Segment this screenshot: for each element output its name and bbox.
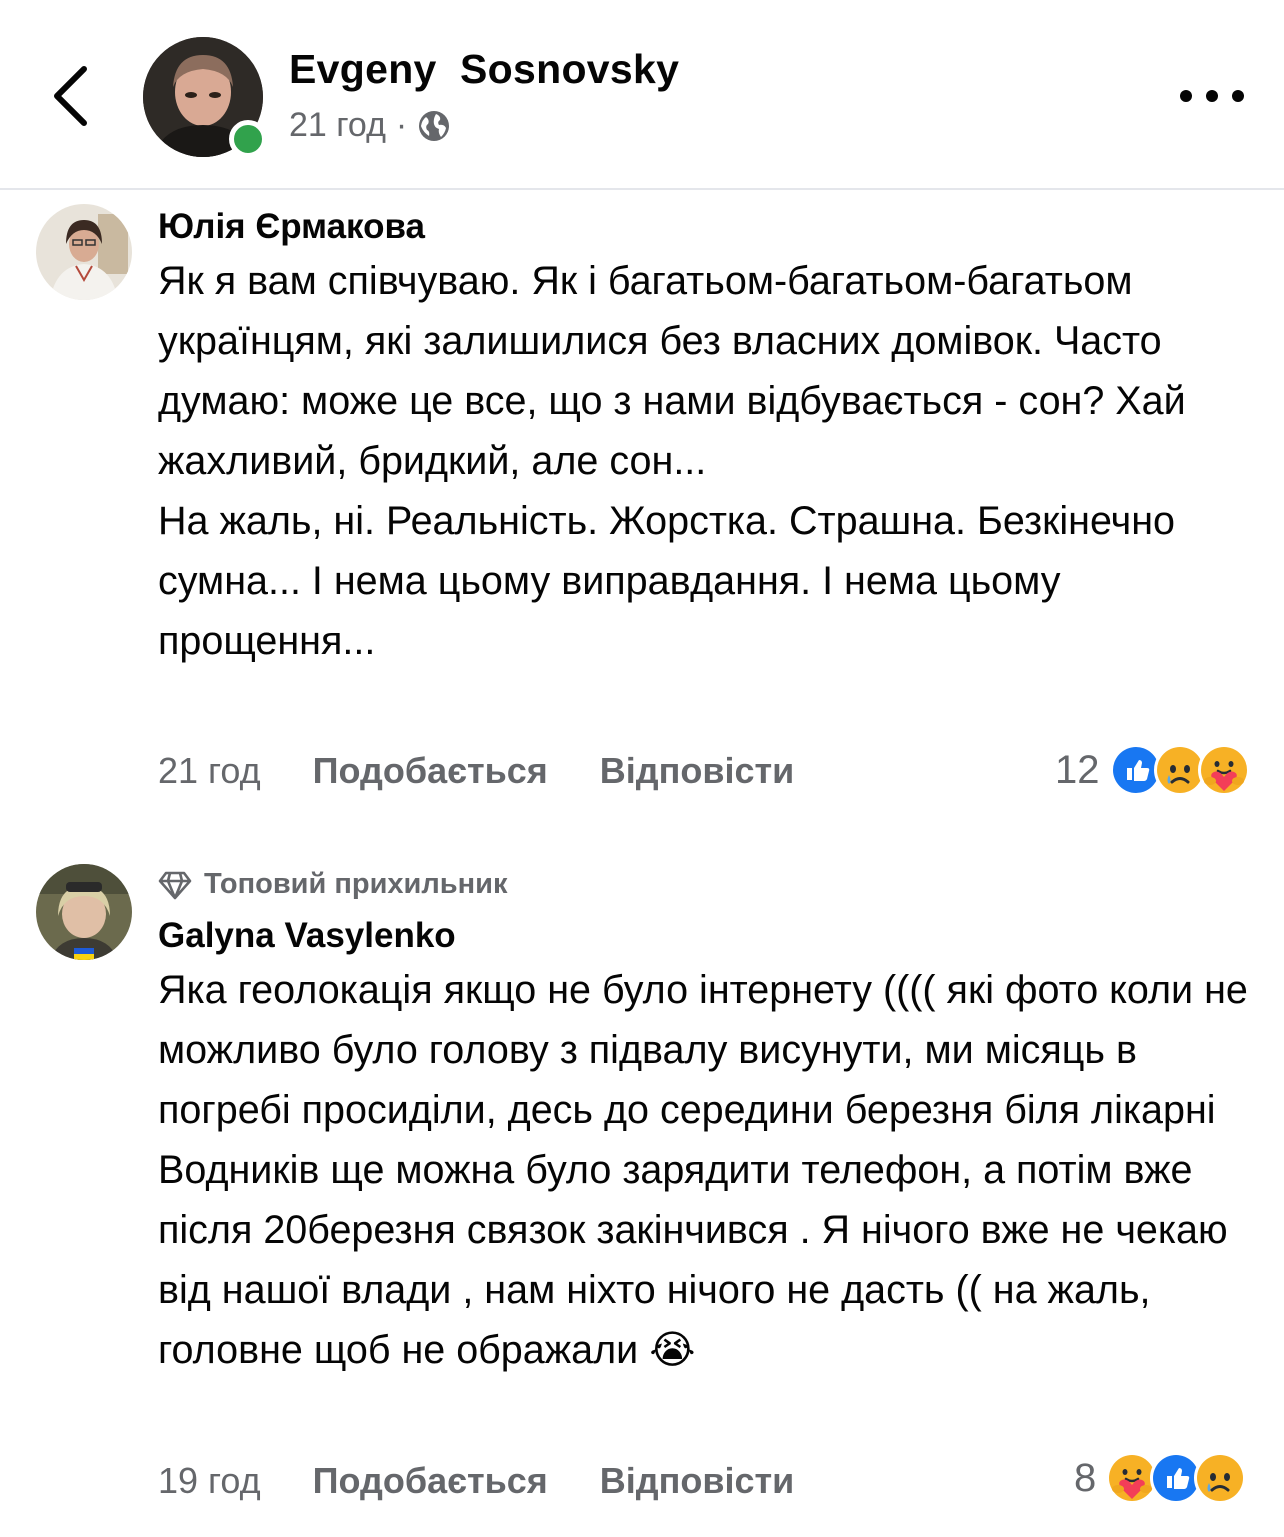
comment-text: Яка геолокація якщо не було інтернету ((… [158, 960, 1258, 1380]
author-avatar[interactable] [143, 37, 267, 158]
reaction-count: 8 [1074, 1455, 1097, 1500]
commenter-name[interactable]: Юлія Єрмакова [158, 207, 425, 247]
like-button[interactable]: Подобається [313, 1460, 548, 1502]
globe-icon[interactable] [417, 109, 451, 143]
reaction-count: 12 [1055, 747, 1100, 792]
comment-actions: 21 год Подобається Відповісти [158, 750, 846, 792]
reaction-summary[interactable]: 8 [1074, 1452, 1247, 1504]
comment-time[interactable]: 19 год [158, 1460, 261, 1502]
comment-paragraph: Яка геолокація якщо не було інтернету ((… [158, 968, 1248, 1372]
meta-separator: · [395, 106, 408, 144]
sad-icon [1194, 1452, 1247, 1504]
comment-paragraph: Як я вам співчуваю. Як і багатьом-багать… [158, 259, 1186, 483]
badge-label: Топовий прихильник [204, 868, 508, 900]
more-options-button[interactable] [1180, 78, 1244, 114]
reply-button[interactable]: Відповісти [600, 1460, 795, 1502]
comment-actions: 19 год Подобається Відповісти [158, 1460, 846, 1502]
chevron-left-icon [54, 66, 87, 126]
post-meta: 21 год · [289, 106, 451, 145]
comment-time[interactable]: 21 год [158, 750, 261, 792]
comment-paragraph: На жаль, ні. Реальність. Жорстка. Страшн… [158, 499, 1175, 663]
more-dots-icon [1180, 90, 1192, 102]
comment-text: Як я вам співчуваю. Як і багатьом-багать… [158, 251, 1258, 671]
post-author-name[interactable]: Evgeny Sosnovsky [289, 46, 679, 93]
diamond-icon [158, 871, 192, 899]
care-icon [1197, 744, 1250, 796]
commenter-avatar[interactable] [36, 204, 132, 300]
top-fan-badge: Топовий прихильник [158, 868, 508, 901]
commenter-avatar[interactable] [36, 864, 132, 960]
online-status-dot [229, 120, 267, 158]
crying-emoji: 😭 [649, 1327, 696, 1373]
commenter-name[interactable]: Galyna Vasylenko [158, 916, 456, 956]
back-button[interactable] [40, 58, 100, 134]
post-header: Evgeny Sosnovsky 21 год · [0, 0, 1284, 190]
reaction-summary[interactable]: 12 [1055, 744, 1250, 796]
like-button[interactable]: Подобається [313, 750, 548, 792]
post-time[interactable]: 21 год [289, 106, 386, 145]
reply-button[interactable]: Відповісти [600, 750, 795, 792]
